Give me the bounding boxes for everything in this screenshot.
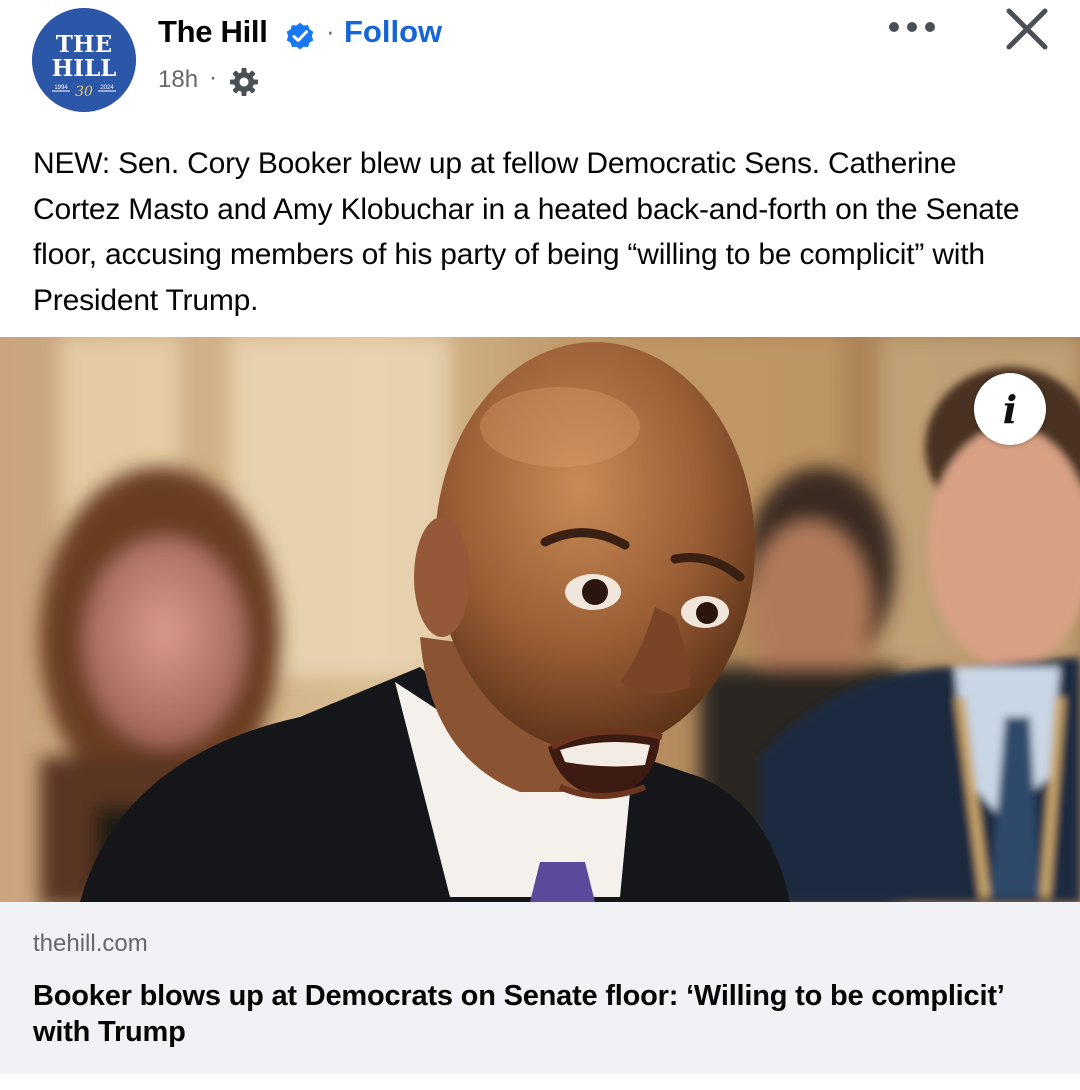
info-icon: i xyxy=(1002,386,1018,432)
follow-button[interactable]: Follow xyxy=(344,14,442,50)
post-timestamp[interactable]: 18h xyxy=(158,66,198,94)
post-header: THE HILL 1994 2024 30 The Hill · Follow … xyxy=(0,0,1080,125)
logo-year-left: 1994 xyxy=(54,85,68,91)
link-headline: Booker blows up at Democrats on Senate f… xyxy=(33,980,1004,1048)
logo-anniversary: 30 xyxy=(75,84,93,100)
senator-photo xyxy=(0,337,1080,902)
post-photo[interactable]: i xyxy=(0,337,1080,902)
header-separator: · xyxy=(326,16,335,46)
link-domain: thehill.com xyxy=(33,930,148,957)
post-text: NEW: Sen. Cory Booker blew up at fellow … xyxy=(33,147,1020,317)
page-name[interactable]: The Hill xyxy=(158,14,268,50)
link-preview-card[interactable]: thehill.com Booker blows up at Democrats… xyxy=(0,902,1080,1074)
verified-badge-icon xyxy=(286,22,314,50)
gear-icon[interactable] xyxy=(228,66,260,98)
logo-text-bottom: HILL xyxy=(52,55,117,82)
logo-text-top: THE xyxy=(56,31,112,58)
info-button[interactable]: i xyxy=(974,373,1046,445)
more-dots-icon[interactable] xyxy=(884,12,944,42)
close-icon[interactable] xyxy=(1002,4,1052,54)
bottom-divider xyxy=(0,1074,1080,1090)
the-hill-logo: THE HILL 1994 2024 30 xyxy=(32,8,136,112)
logo-year-right: 2024 xyxy=(100,85,114,91)
meta-separator: · xyxy=(209,64,217,91)
page-avatar[interactable]: THE HILL 1994 2024 30 xyxy=(32,8,136,112)
